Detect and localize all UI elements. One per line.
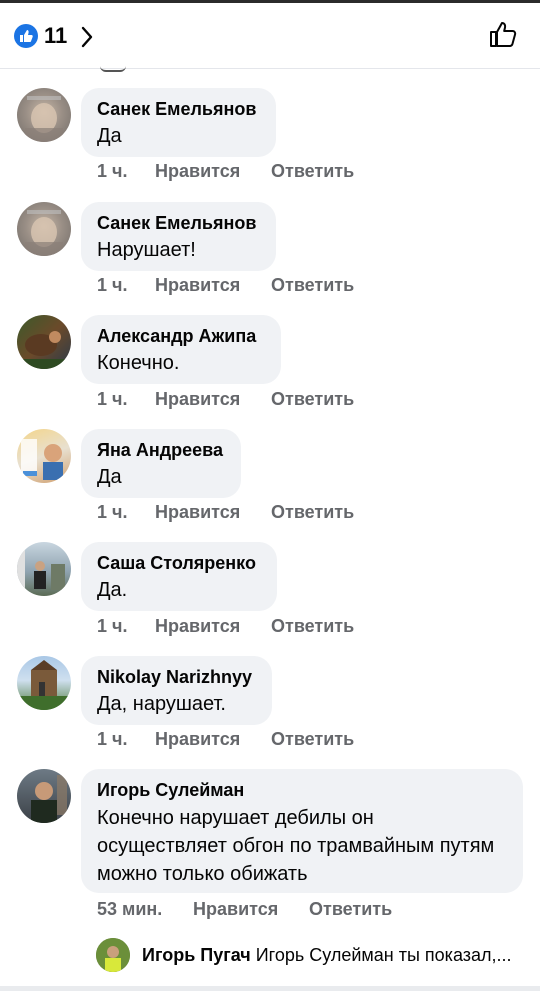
comment-author[interactable]: Nikolay Narizhnyy <box>97 665 256 689</box>
avatar[interactable] <box>17 88 71 142</box>
comment-time[interactable]: 1 ч. <box>97 616 155 637</box>
comment-bubble[interactable]: Игорь Сулейман Конечно нарушает дебилы о… <box>81 769 523 893</box>
avatar[interactable] <box>17 202 71 256</box>
comment-author[interactable]: Саша Столяренко <box>97 551 261 575</box>
previous-comment-edge <box>100 66 126 72</box>
comment-actions: 1 ч. Нравится Ответить <box>97 616 354 637</box>
comment-actions: 1 ч. Нравится Ответить <box>97 389 354 410</box>
comment-bubble[interactable]: Санек Емельянов Да <box>81 88 276 157</box>
comment-text: Нарушает! <box>97 239 196 261</box>
comment-time[interactable]: 1 ч. <box>97 502 155 523</box>
avatar-photo <box>17 660 71 710</box>
next-comment-edge <box>0 986 540 991</box>
comment-time[interactable]: 1 ч. <box>97 161 155 182</box>
comment-time[interactable]: 1 ч. <box>97 389 155 410</box>
comment-author[interactable]: Александр Ажипа <box>97 324 265 348</box>
reply-button[interactable]: Ответить <box>309 899 392 920</box>
comment-bubble[interactable]: Санек Емельянов Нарушает! <box>81 202 276 271</box>
reply-button[interactable]: Ответить <box>271 389 354 410</box>
avatar-photo <box>21 439 63 480</box>
comment-text: Конечно нарушает дебилы он осуществляет … <box>97 807 495 885</box>
comment-text: Конечно. <box>97 352 180 374</box>
comments-header: 11 <box>0 3 540 69</box>
like-button[interactable]: Нравится <box>155 616 271 637</box>
like-button[interactable]: Нравится <box>193 899 309 920</box>
comment-author[interactable]: Санек Емельянов <box>97 211 260 235</box>
comment-author[interactable]: Яна Андреева <box>97 438 225 462</box>
reply-button[interactable]: Ответить <box>271 502 354 523</box>
avatar[interactable] <box>17 315 71 369</box>
comment-text: Да, нарушает. <box>97 693 226 715</box>
comment-author[interactable]: Санек Емельянов <box>97 97 260 121</box>
avatar-photo <box>17 331 71 369</box>
thumbs-up-outline-icon[interactable] <box>488 19 518 49</box>
comment-bubble[interactable]: Яна Андреева Да <box>81 429 241 498</box>
comment-actions: 1 ч. Нравится Ответить <box>97 275 354 296</box>
avatar[interactable] <box>17 656 71 710</box>
reply-preview-text: Игорь Пугач Игорь Сулейман ты показал,..… <box>142 945 522 966</box>
like-button[interactable]: Нравится <box>155 275 271 296</box>
comment-actions: 1 ч. Нравится Ответить <box>97 502 354 523</box>
comment-time[interactable]: 53 мин. <box>97 899 193 920</box>
avatar-photo <box>96 938 130 972</box>
avatar-photo <box>31 775 67 823</box>
comment-text: Да <box>97 125 122 147</box>
comment-actions: 1 ч. Нравится Ответить <box>97 729 354 750</box>
avatar[interactable] <box>17 542 71 596</box>
avatar-photo <box>25 96 63 142</box>
comment-time[interactable]: 1 ч. <box>97 729 155 750</box>
comment-actions: 53 мин. Нравится Ответить <box>97 899 392 920</box>
comment-actions: 1 ч. Нравится Ответить <box>97 161 354 182</box>
avatar[interactable] <box>17 769 71 823</box>
like-button[interactable]: Нравится <box>155 389 271 410</box>
reply-button[interactable]: Ответить <box>271 616 354 637</box>
comment-bubble[interactable]: Саша Столяренко Да. <box>81 542 277 611</box>
comment-time[interactable]: 1 ч. <box>97 275 155 296</box>
avatar-photo <box>25 210 63 256</box>
comment-text: Да. <box>97 579 128 601</box>
reply-button[interactable]: Ответить <box>271 275 354 296</box>
like-button[interactable]: Нравится <box>155 161 271 182</box>
like-button[interactable]: Нравится <box>155 502 271 523</box>
reply-author[interactable]: Игорь Пугач <box>142 945 251 965</box>
reply-snippet: Игорь Сулейман ты показал,... <box>255 945 512 965</box>
reply-button[interactable]: Ответить <box>271 729 354 750</box>
avatar-photo <box>17 548 65 596</box>
chevron-right-icon[interactable] <box>80 25 94 49</box>
comment-bubble[interactable]: Александр Ажипа Конечно. <box>81 315 281 384</box>
comment-text: Да <box>97 466 122 488</box>
like-count[interactable]: 11 <box>44 23 67 49</box>
like-reaction-icon[interactable] <box>14 24 38 48</box>
reply-preview[interactable]: Игорь Пугач Игорь Сулейман ты показал,..… <box>96 938 536 974</box>
reply-avatar[interactable] <box>96 938 130 972</box>
reply-button[interactable]: Ответить <box>271 161 354 182</box>
like-button[interactable]: Нравится <box>155 729 271 750</box>
comment-bubble[interactable]: Nikolay Narizhnyy Да, нарушает. <box>81 656 272 725</box>
avatar[interactable] <box>17 429 71 483</box>
comment-author[interactable]: Игорь Сулейман <box>97 778 507 802</box>
